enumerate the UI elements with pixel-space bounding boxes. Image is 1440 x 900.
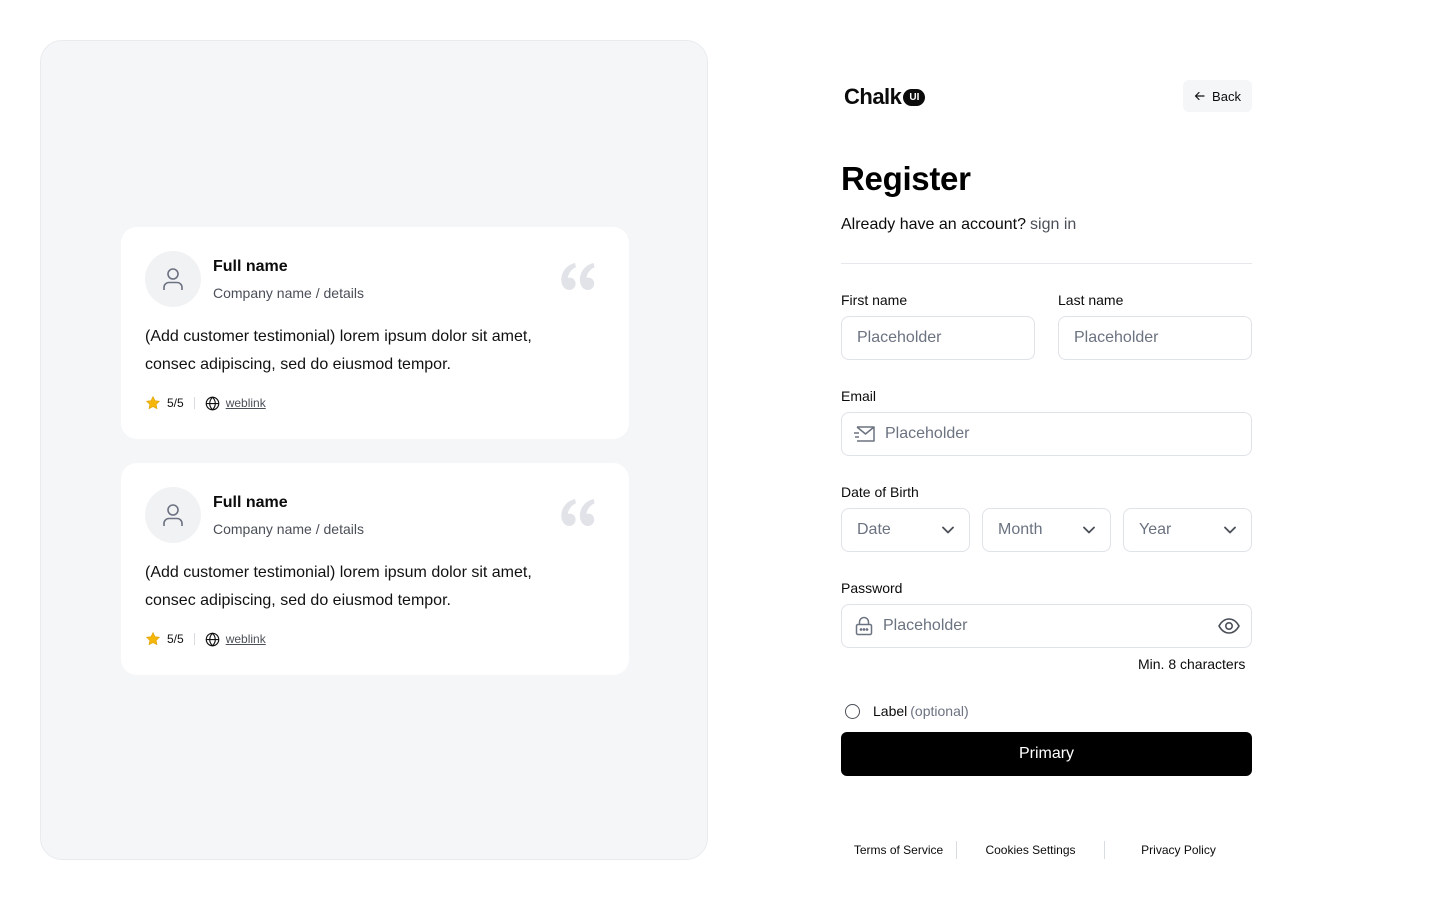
last-name-field[interactable] [1058, 316, 1252, 360]
testimonial-text: (Add customer testimonial) lorem ipsum d… [145, 564, 532, 609]
user-icon [163, 268, 183, 290]
dob-date-value: Date [857, 521, 891, 538]
footer-links: Terms of Service Cookies Settings Privac… [841, 840, 1252, 860]
back-button[interactable]: Back [1183, 80, 1252, 112]
first-name-field[interactable] [841, 316, 1035, 360]
privacy-policy-link[interactable]: Privacy Policy [1105, 843, 1252, 857]
primary-button[interactable]: Primary [841, 732, 1252, 776]
radio-optional-text: (optional) [910, 703, 969, 719]
password-hint: Min. 8 characters [1138, 656, 1246, 672]
back-label: Back [1212, 88, 1241, 104]
avatar [145, 487, 201, 543]
eye-icon[interactable] [1218, 618, 1240, 634]
password-field[interactable] [841, 604, 1252, 648]
logo-badge: UI [903, 88, 926, 106]
quote-icon [561, 499, 595, 526]
chevron-down-icon [1224, 526, 1236, 534]
weblink[interactable]: weblink [226, 632, 266, 646]
optional-radio[interactable]: Label (optional) [845, 703, 969, 719]
rating-value: 5/5 [167, 396, 184, 410]
last-name-label: Last name [1058, 292, 1124, 308]
subtitle: Already have an account? sign in [841, 216, 1076, 234]
divider [841, 263, 1252, 264]
cookies-settings-link[interactable]: Cookies Settings [957, 843, 1104, 857]
testimonial-meta: 5/5 weblink [145, 395, 266, 411]
logo: Chalk UI [844, 84, 926, 110]
last-name-input[interactable] [1074, 329, 1236, 347]
email-input[interactable] [885, 425, 1236, 443]
first-name-input[interactable] [857, 329, 1019, 347]
lock-icon [855, 616, 873, 636]
testimonial-panel: Full name Company name / details (Add cu… [40, 40, 708, 860]
globe-icon [205, 395, 219, 411]
mail-icon [853, 425, 875, 443]
weblink[interactable]: weblink [226, 396, 266, 410]
dob-month-select[interactable]: Month [982, 508, 1111, 552]
star-icon [145, 631, 161, 646]
avatar [145, 251, 201, 307]
terms-of-service-link[interactable]: Terms of Service [841, 843, 956, 857]
password-input[interactable] [883, 617, 1210, 635]
testimonial-company: Company name / details [213, 285, 364, 301]
testimonial-card: Full name Company name / details (Add cu… [121, 227, 629, 439]
testimonial-text: (Add customer testimonial) lorem ipsum d… [145, 328, 532, 373]
divider [193, 397, 195, 409]
testimonial-company: Company name / details [213, 521, 364, 537]
testimonial-meta: 5/5 weblink [145, 631, 266, 647]
dob-year-value: Year [1139, 521, 1172, 538]
arrow-left-icon [1194, 91, 1205, 101]
dob-year-select[interactable]: Year [1123, 508, 1252, 552]
dob-label: Date of Birth [841, 484, 919, 500]
email-label: Email [841, 388, 877, 404]
star-icon [145, 395, 161, 410]
rating-value: 5/5 [167, 632, 184, 646]
globe-icon [205, 631, 219, 647]
dob-month-value: Month [998, 521, 1043, 538]
chevron-down-icon [1083, 526, 1095, 534]
quote-icon [561, 263, 595, 290]
dob-date-select[interactable]: Date [841, 508, 970, 552]
subtitle-text: Already have an account? [841, 216, 1027, 233]
radio-label: Label [873, 703, 908, 719]
testimonial-name: Full name [213, 494, 288, 511]
user-icon [163, 504, 183, 526]
chevron-down-icon [942, 526, 954, 534]
radio-button[interactable] [845, 703, 860, 719]
testimonial-card: Full name Company name / details (Add cu… [121, 463, 629, 675]
logo-text: Chalk [844, 84, 902, 109]
testimonial-name: Full name [213, 258, 288, 275]
password-label: Password [841, 580, 903, 596]
email-field[interactable] [841, 412, 1252, 456]
sign-in-link[interactable]: sign in [1030, 216, 1076, 233]
first-name-label: First name [841, 292, 908, 308]
page-title: Register [841, 160, 971, 197]
divider [193, 633, 195, 645]
